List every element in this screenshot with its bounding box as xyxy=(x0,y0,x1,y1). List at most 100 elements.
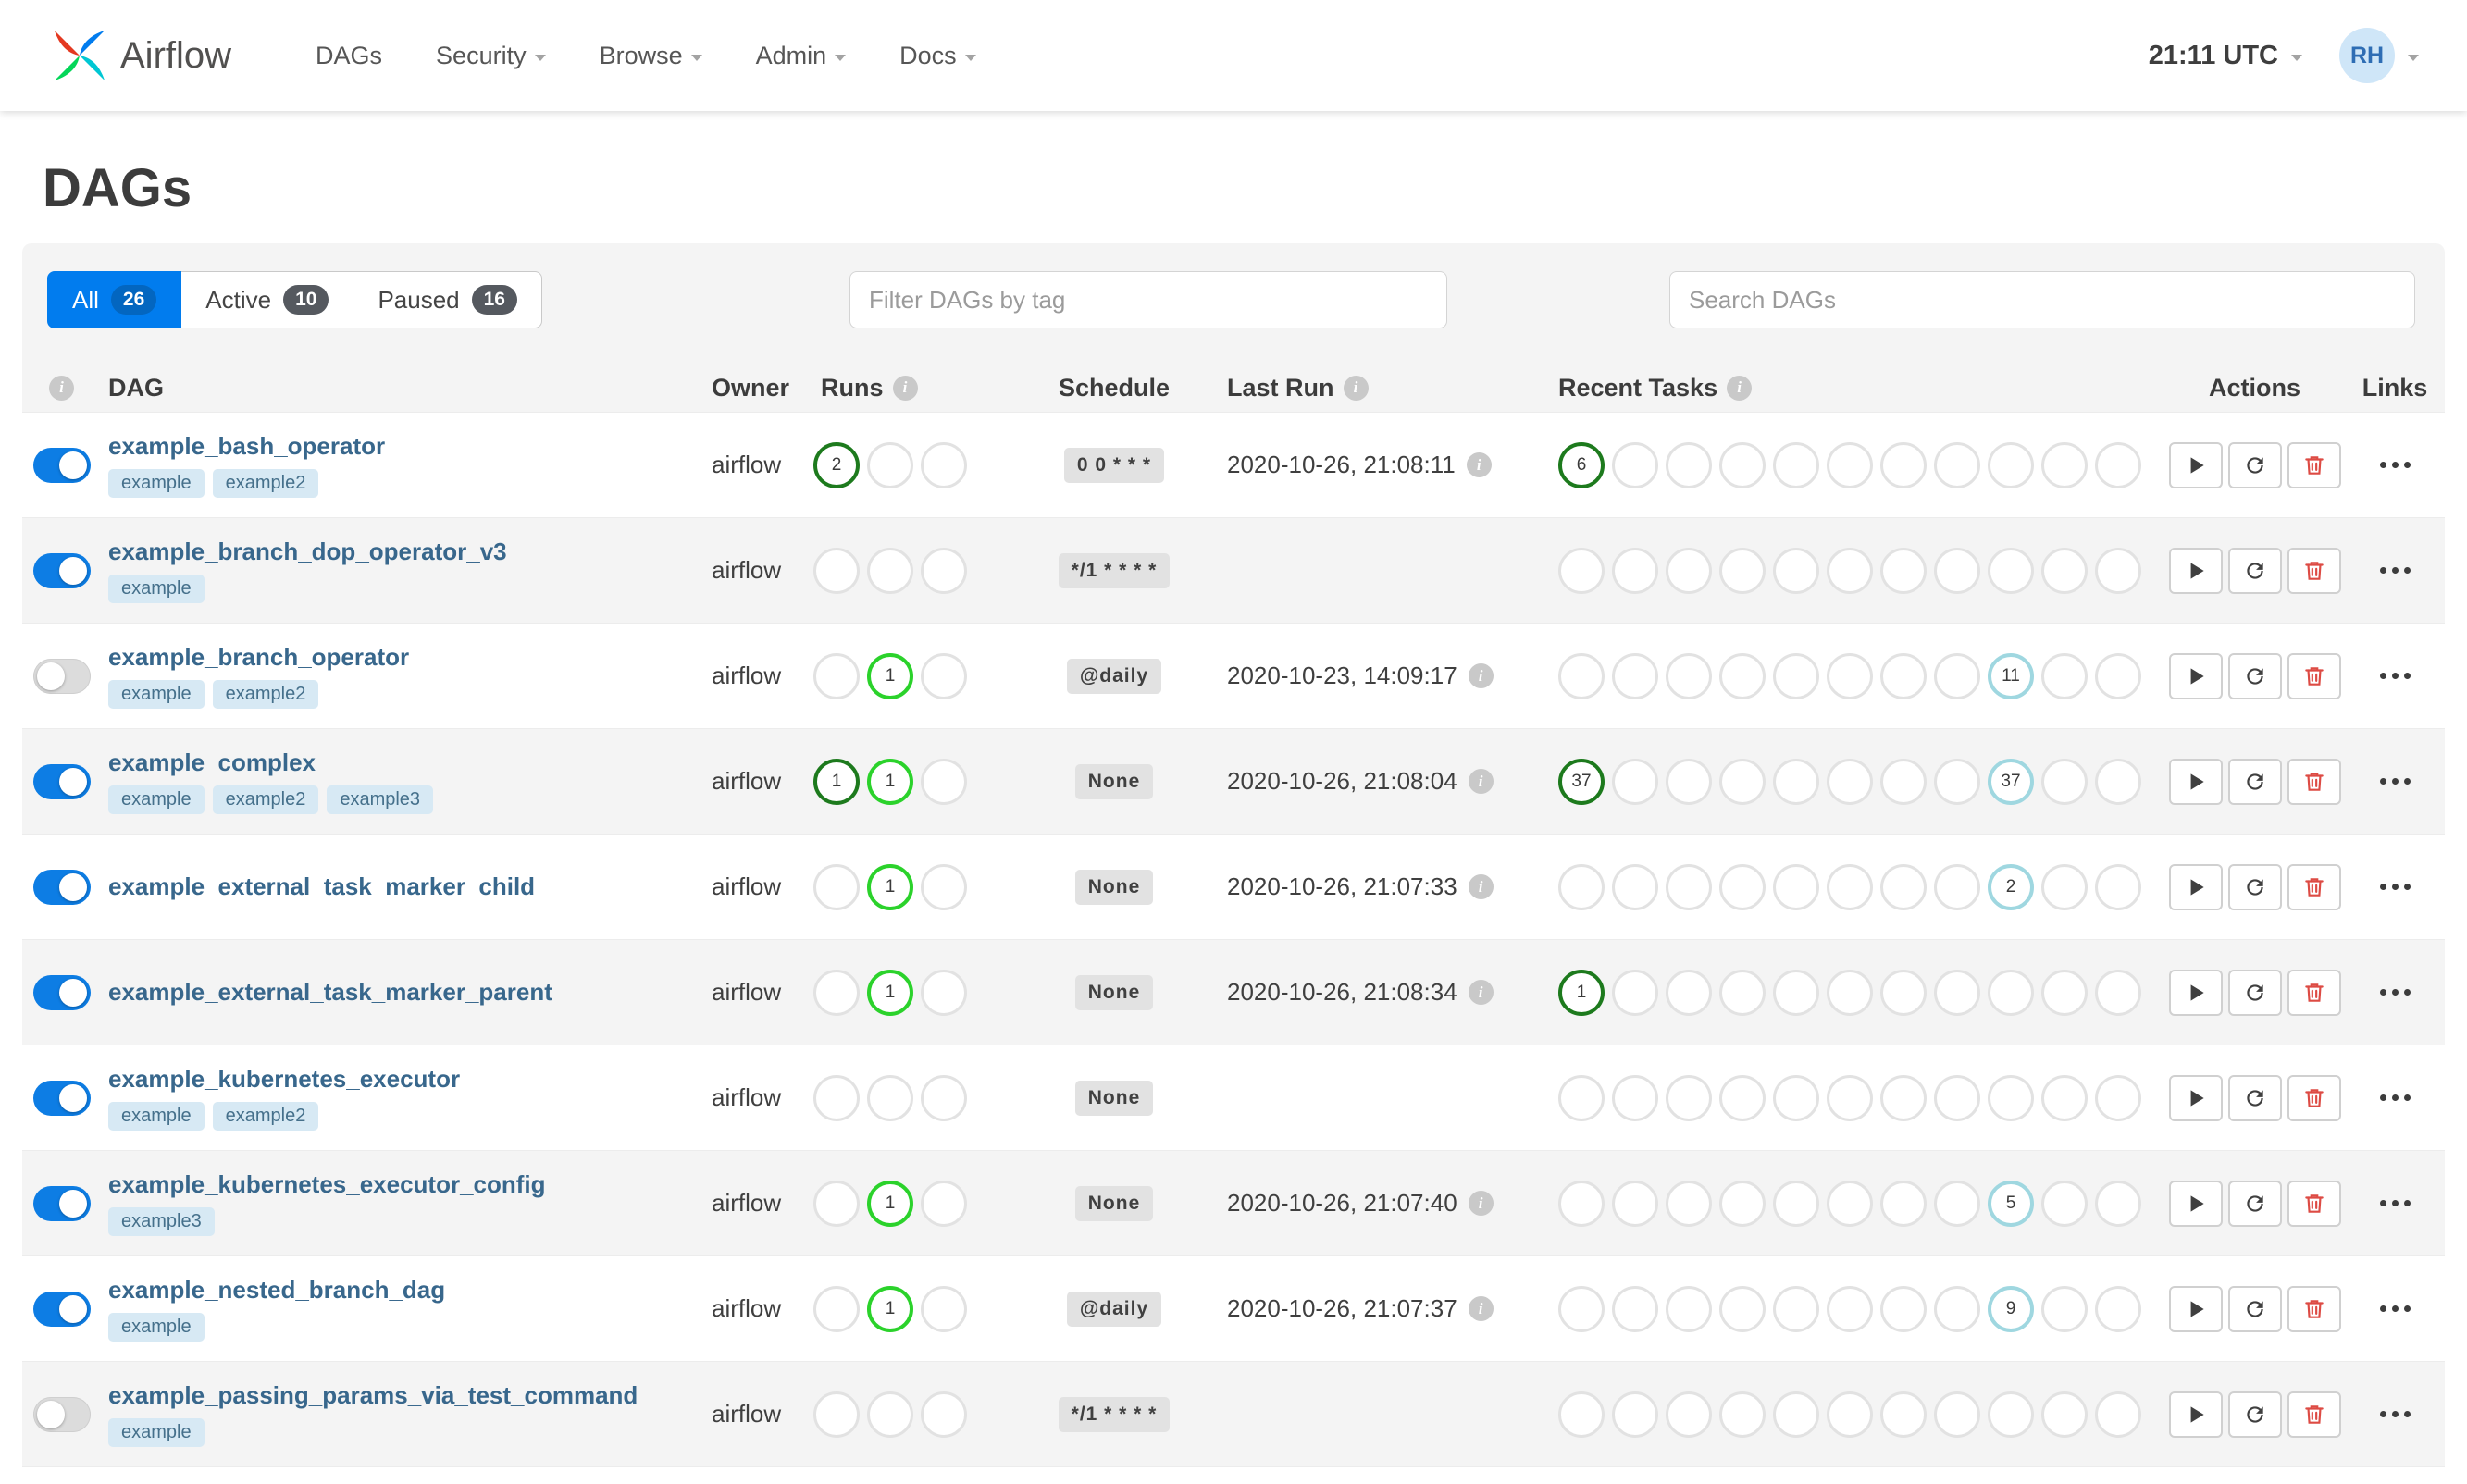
task-status-circle[interactable] xyxy=(1719,863,1766,910)
info-icon[interactable]: i xyxy=(1343,375,1369,401)
task-status-circle[interactable] xyxy=(1880,758,1927,805)
run-status-circle[interactable] xyxy=(867,1074,913,1121)
info-icon[interactable]: i xyxy=(892,375,918,401)
refresh-dag-button[interactable] xyxy=(2227,652,2282,699)
run-status-circle[interactable] xyxy=(921,1391,967,1438)
task-status-circle[interactable] xyxy=(1612,758,1658,805)
run-status-circle[interactable] xyxy=(813,652,860,699)
task-status-circle[interactable] xyxy=(1934,652,1980,699)
task-status-circle[interactable] xyxy=(1666,863,1712,910)
dag-pause-toggle[interactable] xyxy=(32,1291,91,1327)
refresh-dag-button[interactable] xyxy=(2227,863,2282,910)
task-status-circle[interactable] xyxy=(2095,969,2141,1016)
nav-item-admin[interactable]: Admin xyxy=(729,0,874,111)
run-status-circle[interactable]: 1 xyxy=(813,758,860,805)
task-status-circle[interactable]: 2 xyxy=(1988,863,2034,910)
task-status-circle[interactable] xyxy=(1827,547,1873,594)
task-status-circle[interactable] xyxy=(1558,1285,1605,1332)
task-status-circle[interactable] xyxy=(1988,969,2034,1016)
task-status-circle[interactable] xyxy=(1988,1074,2034,1121)
task-status-circle[interactable] xyxy=(1558,863,1605,910)
task-status-circle[interactable] xyxy=(1827,1285,1873,1332)
dag-tag[interactable]: example xyxy=(108,1102,205,1131)
task-status-circle[interactable] xyxy=(1827,969,1873,1016)
dag-name-link[interactable]: example_branch_operator xyxy=(108,643,712,672)
tab-paused[interactable]: Paused 16 xyxy=(353,271,542,328)
task-status-circle[interactable] xyxy=(2041,1180,2088,1227)
dag-name-link[interactable]: example_kubernetes_executor_config xyxy=(108,1170,712,1199)
task-status-circle[interactable] xyxy=(1773,1285,1819,1332)
task-status-circle[interactable] xyxy=(1666,1285,1712,1332)
refresh-dag-button[interactable] xyxy=(2227,547,2282,594)
refresh-dag-button[interactable] xyxy=(2227,1391,2282,1438)
run-status-circle[interactable] xyxy=(921,969,967,1016)
dag-tag[interactable]: example xyxy=(108,785,205,814)
task-status-circle[interactable] xyxy=(2041,863,2088,910)
dag-name-link[interactable]: example_passing_params_via_test_command xyxy=(108,1381,712,1410)
dag-pause-toggle[interactable] xyxy=(32,974,91,1010)
task-status-circle[interactable] xyxy=(1880,547,1927,594)
task-status-circle[interactable] xyxy=(1880,863,1927,910)
task-status-circle[interactable] xyxy=(1719,758,1766,805)
task-status-circle[interactable] xyxy=(1666,758,1712,805)
run-status-circle[interactable] xyxy=(921,863,967,910)
dag-tag[interactable]: example2 xyxy=(212,469,319,498)
task-status-circle[interactable] xyxy=(1880,652,1927,699)
task-status-circle[interactable] xyxy=(1934,1285,1980,1332)
refresh-dag-button[interactable] xyxy=(2227,1180,2282,1227)
task-status-circle[interactable] xyxy=(1880,1074,1927,1121)
task-status-circle[interactable] xyxy=(1934,547,1980,594)
dag-pause-toggle[interactable] xyxy=(32,763,91,799)
task-status-circle[interactable] xyxy=(1934,1180,1980,1227)
delete-dag-button[interactable] xyxy=(2287,652,2341,699)
last-run-date[interactable]: 2020-10-26, 21:08:34 xyxy=(1227,978,1457,1007)
task-status-circle[interactable] xyxy=(1827,863,1873,910)
task-status-circle[interactable] xyxy=(1934,969,1980,1016)
task-status-circle[interactable] xyxy=(1719,1285,1766,1332)
nav-item-security[interactable]: Security xyxy=(409,0,573,111)
task-status-circle[interactable] xyxy=(1827,758,1873,805)
task-status-circle[interactable] xyxy=(1666,1180,1712,1227)
task-status-circle[interactable] xyxy=(1934,1074,1980,1121)
trigger-dag-button[interactable] xyxy=(2168,652,2223,699)
task-status-circle[interactable] xyxy=(1666,547,1712,594)
run-status-circle[interactable] xyxy=(921,1285,967,1332)
task-status-circle[interactable] xyxy=(1612,1074,1658,1121)
trigger-dag-button[interactable] xyxy=(2168,1391,2223,1438)
task-status-circle[interactable] xyxy=(2041,1074,2088,1121)
last-run-date[interactable]: 2020-10-26, 21:08:04 xyxy=(1227,767,1457,796)
task-status-circle[interactable] xyxy=(2041,758,2088,805)
dag-tag[interactable]: example xyxy=(108,680,205,709)
trigger-dag-button[interactable] xyxy=(2168,863,2223,910)
dag-tag[interactable]: example3 xyxy=(327,785,434,814)
trigger-dag-button[interactable] xyxy=(2168,1180,2223,1227)
task-status-circle[interactable] xyxy=(1773,969,1819,1016)
task-status-circle[interactable]: 37 xyxy=(1988,758,2034,805)
dag-pause-toggle[interactable] xyxy=(32,869,91,905)
run-status-circle[interactable] xyxy=(813,547,860,594)
last-run-date[interactable]: 2020-10-26, 21:08:11 xyxy=(1227,451,1456,479)
task-status-circle[interactable] xyxy=(2041,547,2088,594)
task-status-circle[interactable] xyxy=(1612,969,1658,1016)
task-status-circle[interactable] xyxy=(1773,547,1819,594)
task-status-circle[interactable] xyxy=(1719,1074,1766,1121)
task-status-circle[interactable] xyxy=(1719,547,1766,594)
task-status-circle[interactable]: 1 xyxy=(1558,969,1605,1016)
trigger-dag-button[interactable] xyxy=(2168,441,2223,488)
links-menu[interactable] xyxy=(2371,874,2420,899)
delete-dag-button[interactable] xyxy=(2287,758,2341,805)
run-status-circle[interactable]: 1 xyxy=(867,969,913,1016)
task-status-circle[interactable] xyxy=(1558,1180,1605,1227)
task-status-circle[interactable] xyxy=(1719,1391,1766,1438)
task-status-circle[interactable] xyxy=(1880,1285,1927,1332)
run-status-circle[interactable] xyxy=(921,1180,967,1227)
task-status-circle[interactable] xyxy=(1773,758,1819,805)
tab-active[interactable]: Active 10 xyxy=(180,271,354,328)
task-status-circle[interactable] xyxy=(1880,1391,1927,1438)
task-status-circle[interactable] xyxy=(1612,652,1658,699)
task-status-circle[interactable] xyxy=(1827,1180,1873,1227)
run-status-circle[interactable] xyxy=(867,441,913,488)
links-menu[interactable] xyxy=(2371,769,2420,794)
dag-name-link[interactable]: example_external_task_marker_child xyxy=(108,872,712,901)
task-status-circle[interactable] xyxy=(1558,652,1605,699)
